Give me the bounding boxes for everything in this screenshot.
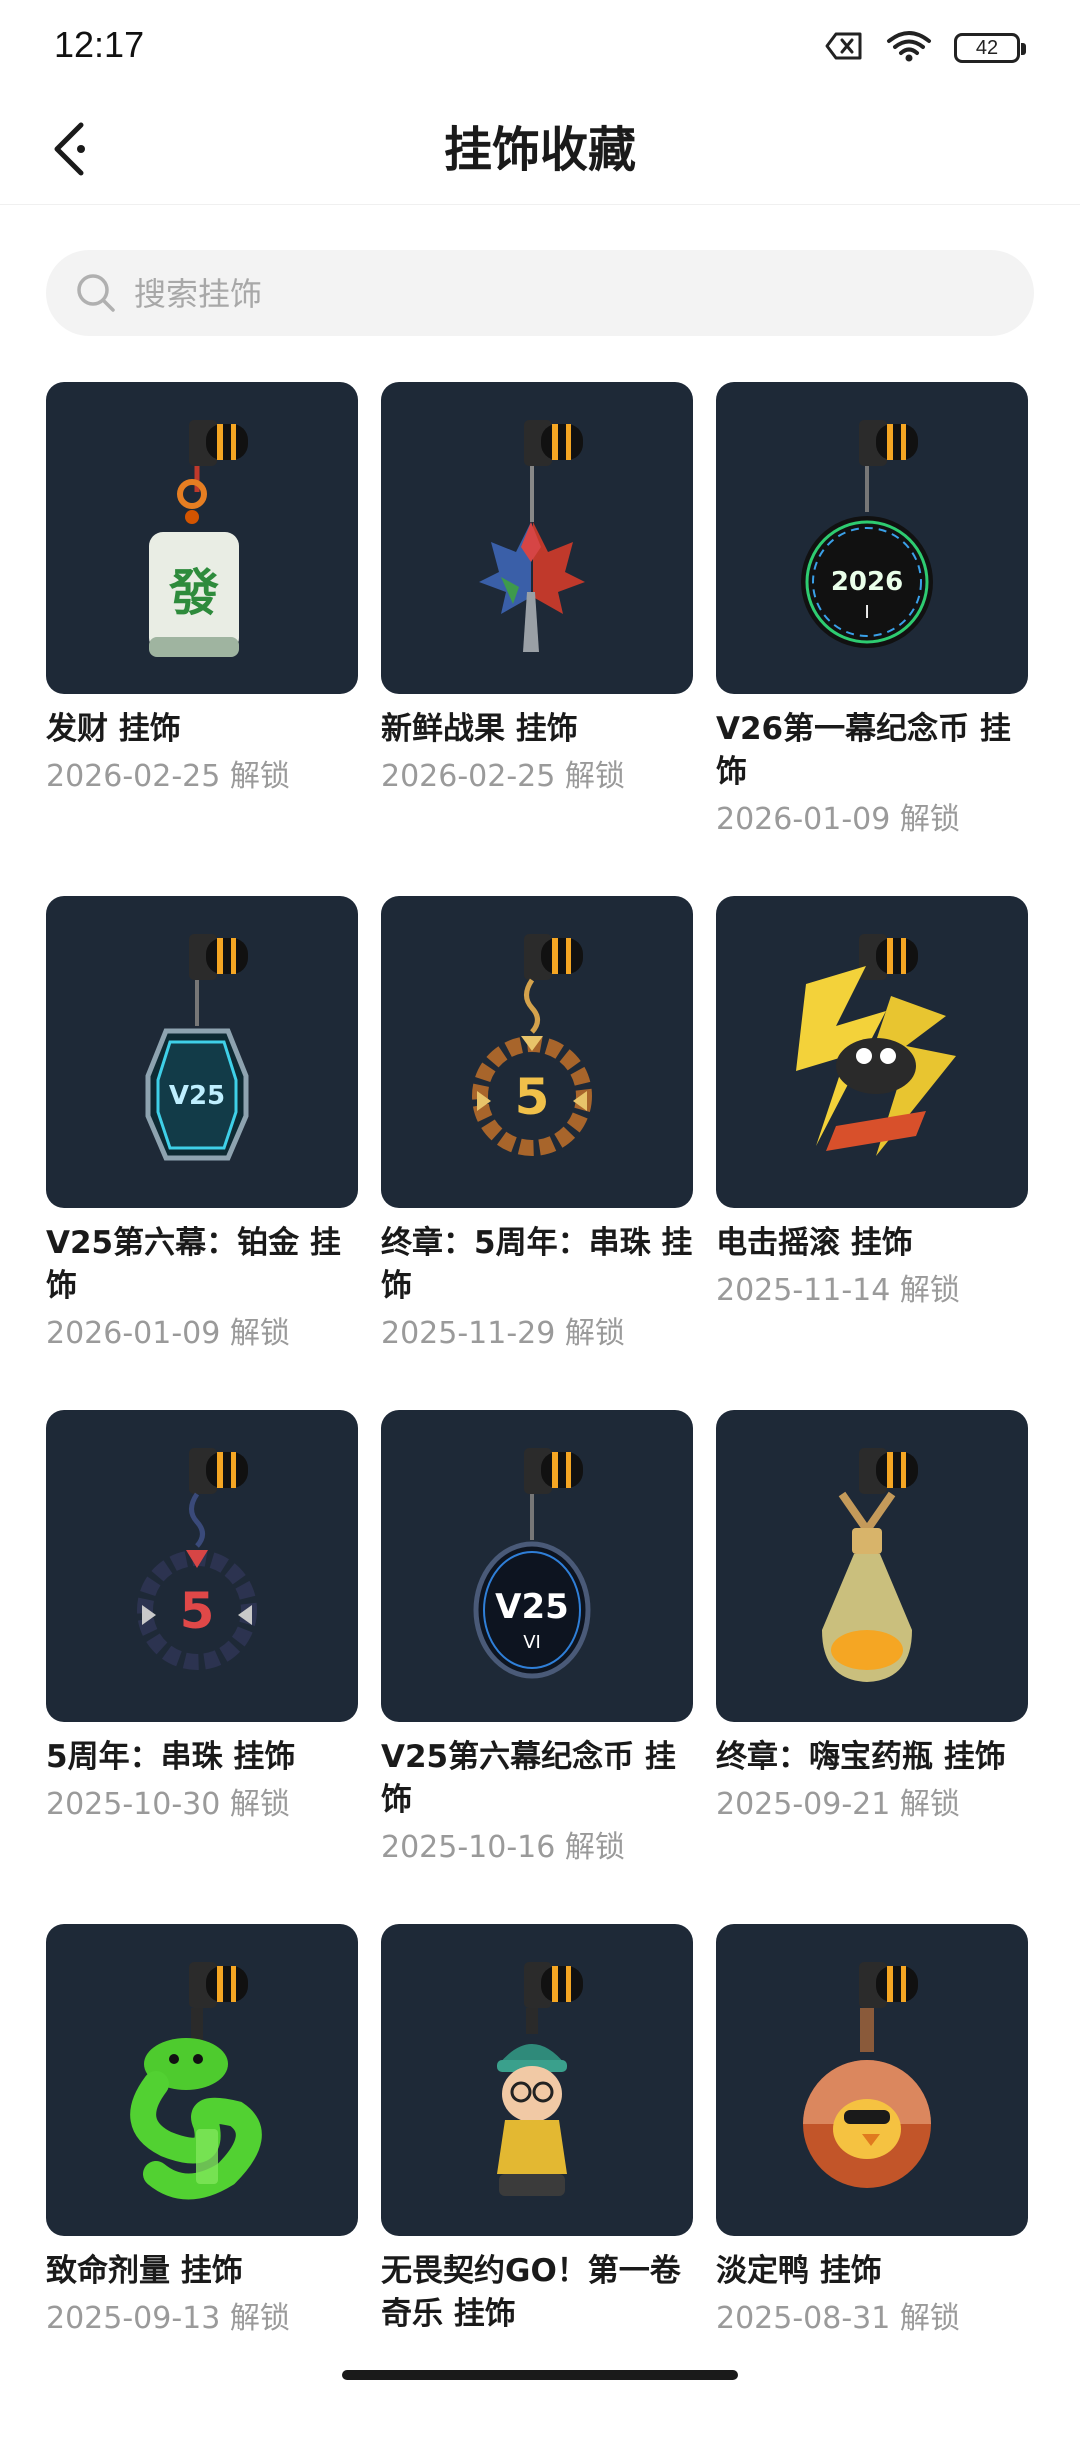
green-snake-charm-icon: [130, 1962, 262, 2200]
charm-card[interactable]: 电击摇滚 挂饰 2025-11-14 解锁: [716, 896, 1028, 1410]
svg-text:發: 發: [168, 564, 219, 622]
potion-bottle-charm-icon: [822, 1448, 918, 1682]
unlock-date: 2025-09-13 解锁: [46, 2301, 290, 2336]
charm-thumbnail: [716, 896, 1028, 1208]
coin-text: V25: [495, 1587, 569, 1627]
lightning-charm-icon: [796, 934, 956, 1156]
gold-bead-charm-icon: 5: [472, 934, 592, 1156]
charm-name: V26第一幕纪念币 挂饰: [716, 711, 1011, 790]
bead-text: 5: [515, 1068, 550, 1126]
unlock-date: 2026-02-25 解锁: [46, 759, 290, 794]
charm-card[interactable]: 淡定鸭 挂饰 2025-08-31 解锁: [716, 1924, 1028, 2438]
platinum-badge-charm-icon: V25: [145, 934, 249, 1161]
status-icons: 42: [824, 30, 1026, 66]
charm-name: 终章：嗨宝药瓶 挂饰: [716, 1739, 1006, 1775]
coin-subtext: VI: [523, 1632, 541, 1653]
coin-text: 2026: [831, 567, 903, 597]
charm-grid: 發 发财 挂饰 2026-02-25 解锁 新鲜战果 挂饰 2026-02-25…: [46, 382, 1046, 2438]
charm-name: 终章：5周年：串珠 挂饰: [381, 1225, 693, 1304]
charm-card[interactable]: 致命剂量 挂饰 2025-09-13 解锁: [46, 1924, 358, 2438]
search-bar[interactable]: [46, 250, 1034, 338]
unlock-date: 2025-09-21 解锁: [716, 1787, 960, 1822]
unlock-date: 2025-10-16 解锁: [381, 1830, 625, 1865]
unlock-date: 2026-02-25 解锁: [381, 759, 625, 794]
charm-thumbnail: [381, 1924, 693, 2236]
unlock-date: 2025-10-30 解锁: [46, 1787, 290, 1822]
charm-thumbnail: 2026 I: [716, 382, 1028, 694]
status-bar: 12:17 42: [0, 0, 1080, 100]
charm-thumbnail: 5: [381, 896, 693, 1208]
charm-name: 无畏契约GO！第一卷 奇乐 挂饰: [381, 2253, 681, 2332]
charm-thumbnail: [381, 382, 693, 694]
sim-off-icon: [824, 31, 864, 65]
charm-thumbnail: [716, 1924, 1028, 2236]
charm-thumbnail: 發: [46, 382, 358, 694]
wifi-icon: [886, 30, 932, 66]
charm-name: 新鲜战果 挂饰: [381, 711, 578, 747]
unlock-date: 2025-08-31 解锁: [716, 2301, 960, 2336]
charm-thumbnail: 5: [46, 1410, 358, 1722]
status-time: 12:17: [54, 24, 145, 65]
charm-card[interactable]: V25 V25第六幕：铂金 挂饰 2026-01-09 解锁: [46, 896, 358, 1410]
charm-card[interactable]: 2026 I V26第一幕纪念币 挂饰 2026-01-09 解锁: [716, 382, 1028, 896]
charm-card[interactable]: 5 5周年：串珠 挂饰 2025-10-30 解锁: [46, 1410, 358, 1924]
killjoy-figure-charm-icon: [497, 1962, 583, 2196]
home-indicator[interactable]: [342, 2370, 738, 2380]
coin-subtext: I: [864, 602, 869, 623]
charm-name: 发财 挂饰: [46, 711, 181, 747]
dark-bead-charm-icon: 5: [137, 1448, 257, 1670]
unlock-date: 2025-11-29 解锁: [381, 1316, 625, 1351]
charm-name: 致命剂量 挂饰: [46, 2253, 243, 2289]
search-icon: [77, 274, 115, 312]
nav-bar: 挂饰收藏: [0, 100, 1080, 205]
bead-text: 5: [180, 1582, 215, 1640]
charm-thumbnail: [716, 1410, 1028, 1722]
charm-name: 5周年：串珠 挂饰: [46, 1739, 296, 1775]
unlock-date: 2026-01-09 解锁: [46, 1316, 290, 1351]
charm-card[interactable]: V25 VI V25第六幕纪念币 挂饰 2025-10-16 解锁: [381, 1410, 693, 1924]
battery-indicator: 42: [954, 33, 1026, 63]
badge-text: V25: [169, 1081, 225, 1111]
coin-2026-charm-icon: 2026 I: [801, 420, 933, 648]
charm-name: 电击摇滚 挂饰: [716, 1225, 913, 1261]
charm-name: V25第六幕：铂金 挂饰: [46, 1225, 341, 1304]
coin-v25-charm-icon: V25 VI: [473, 1448, 591, 1679]
page-title: 挂饰收藏: [443, 122, 636, 178]
unlock-date: 2026-01-09 解锁: [716, 802, 960, 837]
charm-card[interactable]: 终章：嗨宝药瓶 挂饰 2025-09-21 解锁: [716, 1410, 1028, 1924]
charm-thumbnail: [46, 1924, 358, 2236]
duck-capsule-charm-icon: [803, 1962, 931, 2188]
charm-thumbnail: V25: [46, 896, 358, 1208]
charm-card[interactable]: 5 终章：5周年：串珠 挂饰 2025-11-29 解锁: [381, 896, 693, 1410]
charm-name: V25第六幕纪念币 挂饰: [381, 1739, 676, 1818]
charm-card[interactable]: 發 发财 挂饰 2026-02-25 解锁: [46, 382, 358, 896]
charm-name: 淡定鸭 挂饰: [716, 2253, 882, 2289]
search-input[interactable]: [132, 250, 996, 338]
mahjong-charm-icon: 發: [149, 420, 248, 657]
charm-card[interactable]: 新鲜战果 挂饰 2026-02-25 解锁: [381, 382, 693, 896]
maple-leaf-charm-icon: [479, 420, 585, 652]
unlock-date: 2025-11-14 解锁: [716, 1273, 960, 1308]
charm-card[interactable]: 无畏契约GO！第一卷 奇乐 挂饰: [381, 1924, 693, 2438]
charm-thumbnail: V25 VI: [381, 1410, 693, 1722]
